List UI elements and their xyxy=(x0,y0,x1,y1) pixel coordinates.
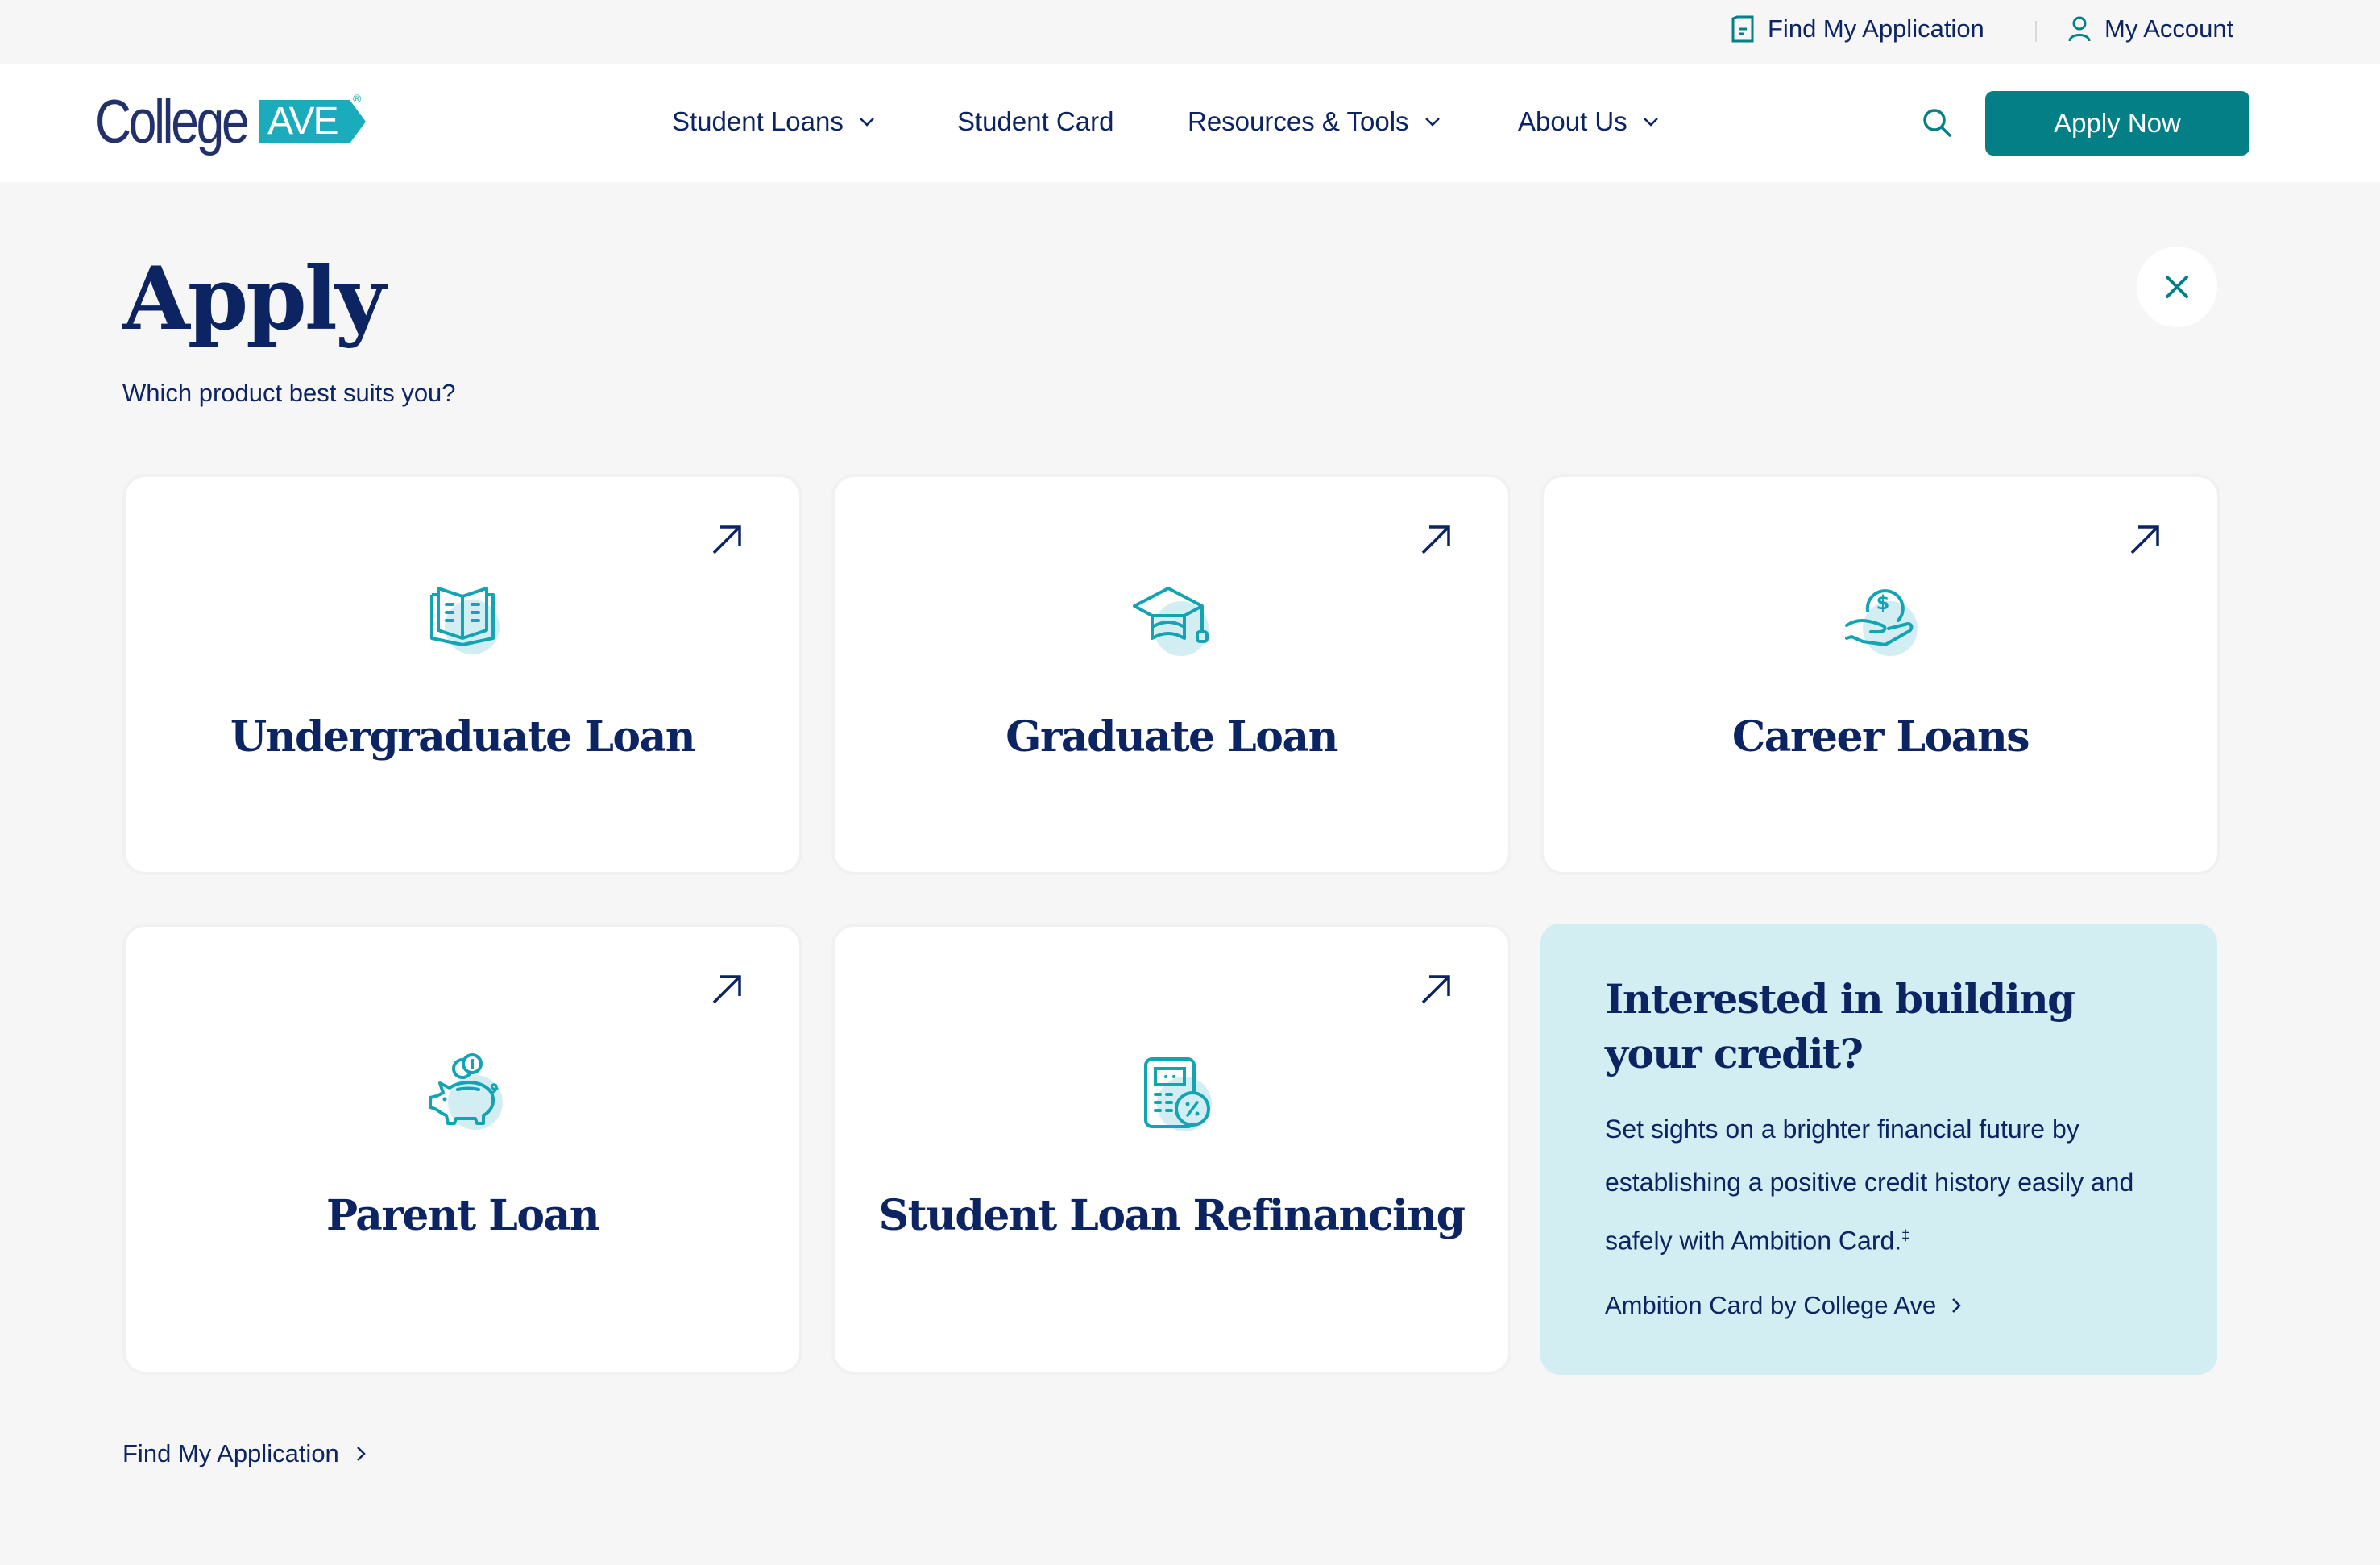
apply-now-button[interactable]: Apply Now xyxy=(1985,91,2249,156)
user-icon xyxy=(2068,16,2091,42)
find-my-application-link[interactable]: Find My Application xyxy=(1731,15,1984,44)
document-icon xyxy=(1731,15,1754,43)
college-ave-logo[interactable]: College AVE ® xyxy=(95,88,366,156)
promo-body-text: Set sights on a brighter financial futur… xyxy=(1605,1115,2134,1256)
piggy-bank-icon xyxy=(429,1053,503,1130)
nav-student-card[interactable]: Student Card xyxy=(957,106,1113,137)
logo-registered-mark: ® xyxy=(353,92,362,105)
nav-about-us-label: About Us xyxy=(1518,106,1627,136)
arrow-up-right-icon xyxy=(1421,975,1450,1004)
arrow-up-right-icon xyxy=(712,975,741,1004)
arrow-up-right-icon xyxy=(1421,525,1450,554)
product-card-title: Undergraduate Loan xyxy=(230,712,696,762)
chevron-right-icon xyxy=(356,1447,366,1461)
my-account-link[interactable]: My Account xyxy=(2067,15,2233,44)
my-account-label: My Account xyxy=(2104,15,2234,43)
arrow-up-right-icon xyxy=(712,525,741,554)
nav-resources-tools[interactable]: Resources & Tools xyxy=(1188,106,1441,137)
close-button[interactable] xyxy=(2137,247,2217,327)
ambition-card-link[interactable]: Ambition Card by College Ave xyxy=(1605,1291,1962,1320)
find-my-application-footer-label: Find My Application xyxy=(122,1439,339,1467)
calculator-percent-icon xyxy=(1144,1057,1212,1131)
hand-coin-icon: $ xyxy=(1845,589,1918,656)
product-card-undergraduate-loan[interactable]: Undergraduate Loan xyxy=(126,477,799,872)
product-card-title: Graduate Loan xyxy=(1005,712,1338,762)
product-card-student-loan-refinancing[interactable]: Student Loan Refinancing xyxy=(835,927,1508,1372)
search-button[interactable] xyxy=(1921,106,1953,139)
product-card-title: Career Loans xyxy=(1731,712,2030,762)
logo-wordmark: College xyxy=(95,88,250,156)
graduation-cap-icon xyxy=(1133,587,1209,656)
close-icon xyxy=(2166,276,2188,298)
product-card-parent-loan[interactable]: Parent Loan xyxy=(126,927,799,1372)
chevron-down-icon xyxy=(859,118,874,127)
product-card-title: Parent Loan xyxy=(325,1191,600,1240)
logo-badge: AVE xyxy=(259,100,366,143)
nav-student-card-label: Student Card xyxy=(957,106,1114,136)
nav-student-loans-label: Student Loans xyxy=(672,106,844,136)
utility-bar: Find My Application My Account xyxy=(0,0,2380,64)
search-icon xyxy=(1923,109,1951,137)
find-my-application-label: Find My Application xyxy=(1768,15,1984,43)
product-card-graduate-loan[interactable]: Graduate Loan xyxy=(835,477,1508,872)
main-header: College AVE ® Student Loans Student Card… xyxy=(0,64,2380,182)
chevron-down-icon xyxy=(1424,118,1440,127)
ambition-card-promo: Interested in building your credit? Set … xyxy=(1540,924,2217,1375)
promo-title: Interested in building your credit? xyxy=(1605,975,2075,1077)
arrow-up-right-icon xyxy=(2130,525,2159,554)
nav-resources-tools-label: Resources & Tools xyxy=(1188,106,1409,136)
promo-body: Set sights on a brighter financial futur… xyxy=(1605,1102,2169,1268)
nav-about-us[interactable]: About Us xyxy=(1518,106,1660,137)
open-book-icon xyxy=(430,587,500,654)
ambition-card-link-label: Ambition Card by College Ave xyxy=(1605,1291,1937,1319)
promo-footnote-mark: ‡ xyxy=(1901,1227,1910,1243)
nav-student-loans[interactable]: Student Loans xyxy=(672,106,876,137)
product-card-career-loans[interactable]: $ Career Loans xyxy=(1544,477,2217,872)
chevron-right-icon xyxy=(1952,1298,1962,1313)
find-my-application-footer-link[interactable]: Find My Application xyxy=(122,1439,367,1468)
product-card-title: Student Loan Refinancing xyxy=(878,1191,1466,1240)
page-subtitle: Which product best suits you? xyxy=(122,379,456,407)
chevron-down-icon xyxy=(1643,118,1658,127)
page-title: Apply xyxy=(122,248,386,350)
svg-text:$: $ xyxy=(1876,592,1890,614)
utility-divider xyxy=(2035,21,2037,42)
